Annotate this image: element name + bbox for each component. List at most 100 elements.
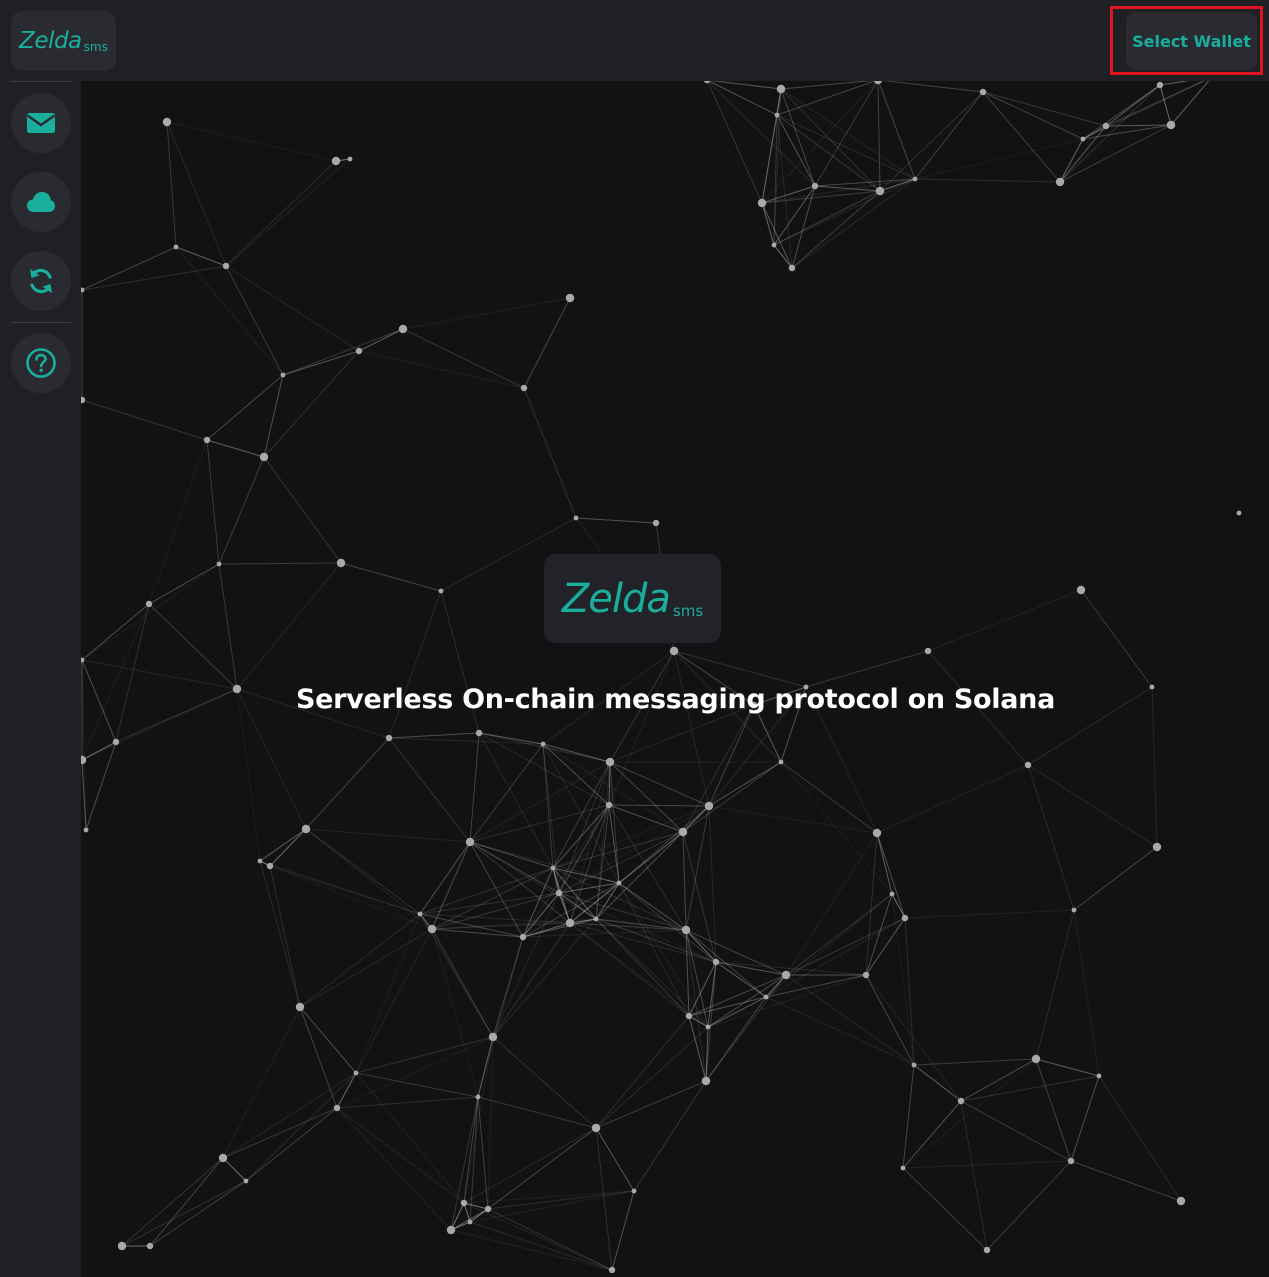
- sidebar-item-sync[interactable]: [11, 251, 71, 311]
- network-link: [419, 892, 560, 915]
- network-link: [336, 1107, 465, 1204]
- network-node: [678, 827, 688, 837]
- network-link: [81, 603, 150, 761]
- brand-logo[interactable]: Zelda sms: [11, 11, 116, 71]
- network-link: [218, 456, 265, 565]
- network-link: [618, 882, 717, 963]
- network-link: [780, 761, 893, 895]
- network-link: [225, 265, 284, 376]
- network-link: [336, 1072, 357, 1109]
- network-link: [1059, 125, 1107, 183]
- network-link: [558, 805, 710, 894]
- network-link: [299, 913, 421, 1008]
- app-root: Zelda sms Select Wallet Zelda sms Server…: [0, 0, 1269, 1277]
- select-wallet-button[interactable]: Select Wallet: [1126, 12, 1257, 70]
- network-link: [355, 928, 433, 1074]
- network-link: [877, 79, 984, 93]
- network-link: [225, 160, 337, 267]
- network-link: [355, 1036, 494, 1074]
- network-link: [913, 1058, 1037, 1066]
- network-link: [1027, 764, 1075, 911]
- network-node: [301, 824, 311, 834]
- network-node: [591, 1123, 601, 1133]
- network-link: [492, 892, 560, 1038]
- network-link: [149, 1157, 224, 1247]
- network-node: [145, 600, 153, 608]
- network-node: [216, 561, 222, 567]
- network-node: [1055, 177, 1065, 187]
- network-link: [388, 732, 480, 739]
- network-link: [121, 1180, 247, 1247]
- network-node: [774, 112, 780, 118]
- network-link: [982, 91, 1061, 183]
- network-link: [269, 865, 433, 930]
- network-link: [469, 841, 620, 884]
- network-link: [685, 929, 787, 976]
- network-link: [1059, 84, 1161, 183]
- network-link: [765, 893, 893, 998]
- network-node: [631, 1188, 637, 1194]
- network-link: [299, 928, 433, 1008]
- network-link: [706, 79, 782, 90]
- network-node: [555, 889, 563, 897]
- network-link: [780, 761, 878, 834]
- network-link: [523, 387, 577, 519]
- network-node: [336, 558, 346, 568]
- network-link: [761, 202, 793, 269]
- network-link: [618, 805, 710, 884]
- network-node: [446, 1225, 456, 1235]
- network-link: [1035, 909, 1075, 1060]
- network-link: [814, 79, 879, 187]
- network-node: [593, 916, 599, 922]
- network-node: [540, 741, 546, 747]
- network-link: [682, 704, 755, 833]
- network-link: [608, 804, 710, 807]
- network-link: [773, 178, 916, 246]
- network-link: [673, 650, 710, 807]
- network-link: [431, 928, 524, 938]
- network-node: [385, 734, 393, 742]
- network-link: [876, 764, 1029, 834]
- network-link: [487, 1208, 613, 1271]
- network-node: [685, 1012, 693, 1020]
- sidebar-item-help[interactable]: [11, 333, 71, 393]
- network-node: [1024, 761, 1032, 769]
- network-link: [388, 737, 544, 745]
- network-node: [872, 828, 882, 838]
- network-link: [773, 185, 816, 246]
- sidebar-item-messages[interactable]: [11, 93, 71, 153]
- network-node: [520, 384, 528, 392]
- network-node: [112, 738, 120, 746]
- network-node: [900, 1165, 906, 1171]
- network-link: [960, 1100, 1072, 1162]
- network-node: [355, 347, 363, 355]
- network-link: [388, 590, 442, 739]
- network-node: [776, 84, 786, 94]
- network-node: [398, 324, 408, 334]
- network-link: [814, 185, 881, 192]
- network-node: [353, 1070, 359, 1076]
- network-link: [902, 1100, 962, 1169]
- network-node: [1236, 510, 1242, 516]
- network-link: [707, 996, 767, 1028]
- network-link: [336, 1107, 452, 1231]
- network-node: [669, 646, 679, 656]
- network-node: [488, 1032, 498, 1042]
- network-node: [811, 182, 819, 190]
- network-link: [865, 974, 915, 1066]
- sidebar-item-storage[interactable]: [11, 172, 71, 232]
- network-link: [780, 88, 916, 180]
- network-node: [565, 918, 575, 928]
- network-link: [206, 439, 265, 458]
- network-link: [305, 828, 421, 915]
- network-node: [83, 827, 89, 833]
- network-link: [225, 265, 360, 352]
- network-link: [469, 732, 480, 843]
- network-link: [595, 1080, 707, 1129]
- network-node: [467, 1219, 473, 1225]
- network-link: [706, 79, 816, 187]
- network-link: [259, 828, 307, 862]
- network-link: [175, 246, 284, 376]
- network-node: [427, 924, 437, 934]
- network-link: [463, 1202, 613, 1271]
